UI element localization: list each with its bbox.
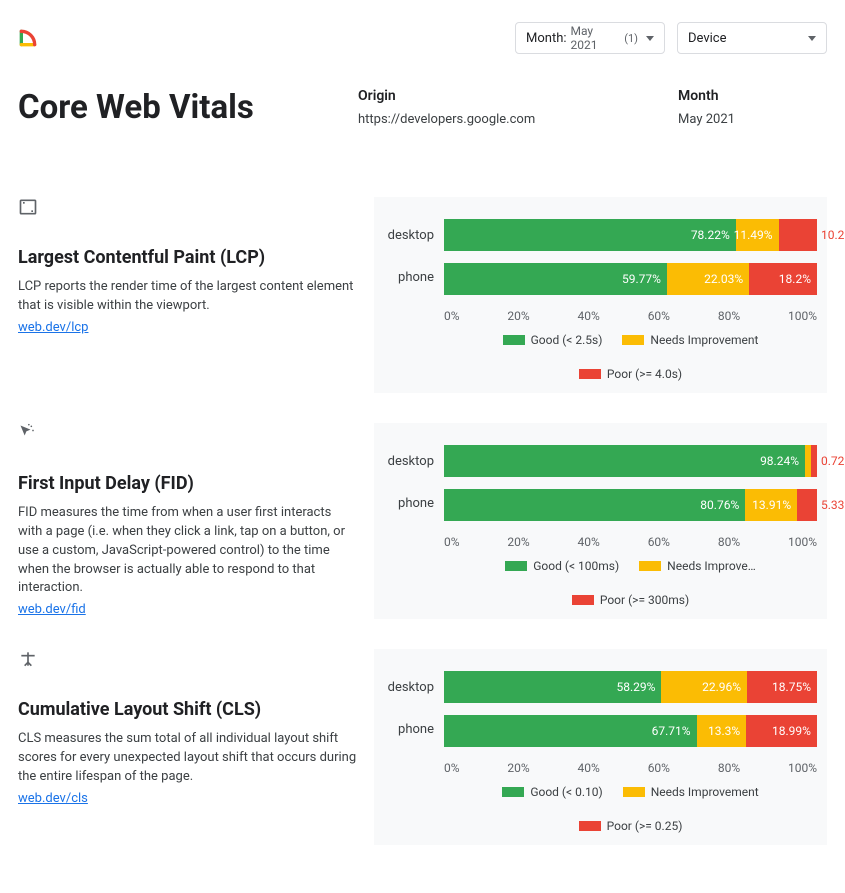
chevron-down-icon (646, 36, 654, 41)
month-value: May 2021 (678, 112, 818, 127)
fid-chart: desktop phone 98.24% 0.72% 80.76% 13.91%… (374, 423, 827, 619)
chart-legend: Good (< 0.10) Needs Improvement Poor (>=… (444, 785, 817, 833)
legend-swatch-ni (639, 561, 661, 571)
lcp-description: LCP reports the render time of the large… (18, 278, 358, 316)
month-filter-count: (1) (624, 32, 638, 45)
chart-row-label: desktop (384, 670, 434, 706)
crux-logo-icon (18, 28, 38, 48)
chart-row-label: phone (384, 712, 434, 748)
chart-bar-phone: 67.71% 13.3% 18.99% (444, 715, 817, 747)
origin-value: https://developers.google.com (358, 112, 678, 127)
cls-chart: desktop phone 58.29% 22.96% 18.75% 67.71… (374, 649, 827, 845)
legend-swatch-ni (622, 335, 644, 345)
chart-row-label: desktop (384, 218, 434, 254)
month-filter-value: May 2021 (571, 24, 621, 52)
chart-bar-phone: 59.77% 22.03% 18.2% (444, 263, 817, 295)
chart-legend: Good (< 100ms) Needs Improve… Poor (>= 3… (444, 559, 817, 607)
chart-row-label: desktop (384, 444, 434, 480)
month-label: Month (678, 88, 818, 104)
month-filter-label: Month: (526, 31, 567, 46)
fid-icon (18, 423, 38, 443)
lcp-title: Largest Contentful Paint (LCP) (18, 247, 358, 268)
metric-section-lcp: Largest Contentful Paint (LCP) LCP repor… (18, 197, 827, 393)
fid-link[interactable]: web.dev/fid (18, 602, 86, 617)
chart-axis: 0%20%40%60%80%100% (444, 535, 817, 549)
legend-swatch-good (502, 787, 524, 797)
chart-bar-desktop: 98.24% 0.72% (444, 445, 817, 477)
lcp-link[interactable]: web.dev/lcp (18, 320, 88, 335)
fid-title: First Input Delay (FID) (18, 473, 358, 494)
cls-link[interactable]: web.dev/cls (18, 791, 88, 806)
chart-row-label: phone (384, 260, 434, 296)
metric-section-fid: First Input Delay (FID) FID measures the… (18, 423, 827, 619)
legend-swatch-poor (572, 595, 594, 605)
legend-swatch-ni (623, 787, 645, 797)
cls-icon (18, 649, 38, 669)
month-filter-dropdown[interactable]: Month: May 2021 (1) (515, 22, 665, 54)
fid-description: FID measures the time from when a user f… (18, 504, 358, 598)
chart-bar-phone: 80.76% 13.91% 5.33% (444, 489, 817, 521)
chart-row-label: phone (384, 486, 434, 522)
metric-section-cls: Cumulative Layout Shift (CLS) CLS measur… (18, 649, 827, 845)
cls-title: Cumulative Layout Shift (CLS) (18, 699, 358, 720)
lcp-icon (18, 197, 38, 217)
chart-axis: 0%20%40%60%80%100% (444, 309, 817, 323)
legend-swatch-good (503, 335, 525, 345)
chart-legend: Good (< 2.5s) Needs Improvement Poor (>=… (444, 333, 817, 381)
topbar: Month: May 2021 (1) Device (18, 18, 827, 58)
chart-bar-desktop: 58.29% 22.96% 18.75% (444, 671, 817, 703)
cls-description: CLS measures the sum total of all indivi… (18, 730, 358, 787)
lcp-chart: desktop phone 78.22% 11.49% 10.29% 59.77… (374, 197, 827, 393)
legend-swatch-poor (579, 369, 601, 379)
device-filter-dropdown[interactable]: Device (677, 22, 827, 54)
chart-bar-desktop: 78.22% 11.49% 10.29% (444, 219, 817, 251)
chevron-down-icon (808, 36, 816, 41)
legend-swatch-poor (579, 821, 601, 831)
origin-label: Origin (358, 88, 678, 104)
legend-swatch-good (505, 561, 527, 571)
device-filter-label: Device (688, 31, 727, 46)
page-title: Core Web Vitals (18, 88, 358, 127)
report-header: Core Web Vitals Origin https://developer… (18, 88, 827, 127)
chart-axis: 0%20%40%60%80%100% (444, 761, 817, 775)
